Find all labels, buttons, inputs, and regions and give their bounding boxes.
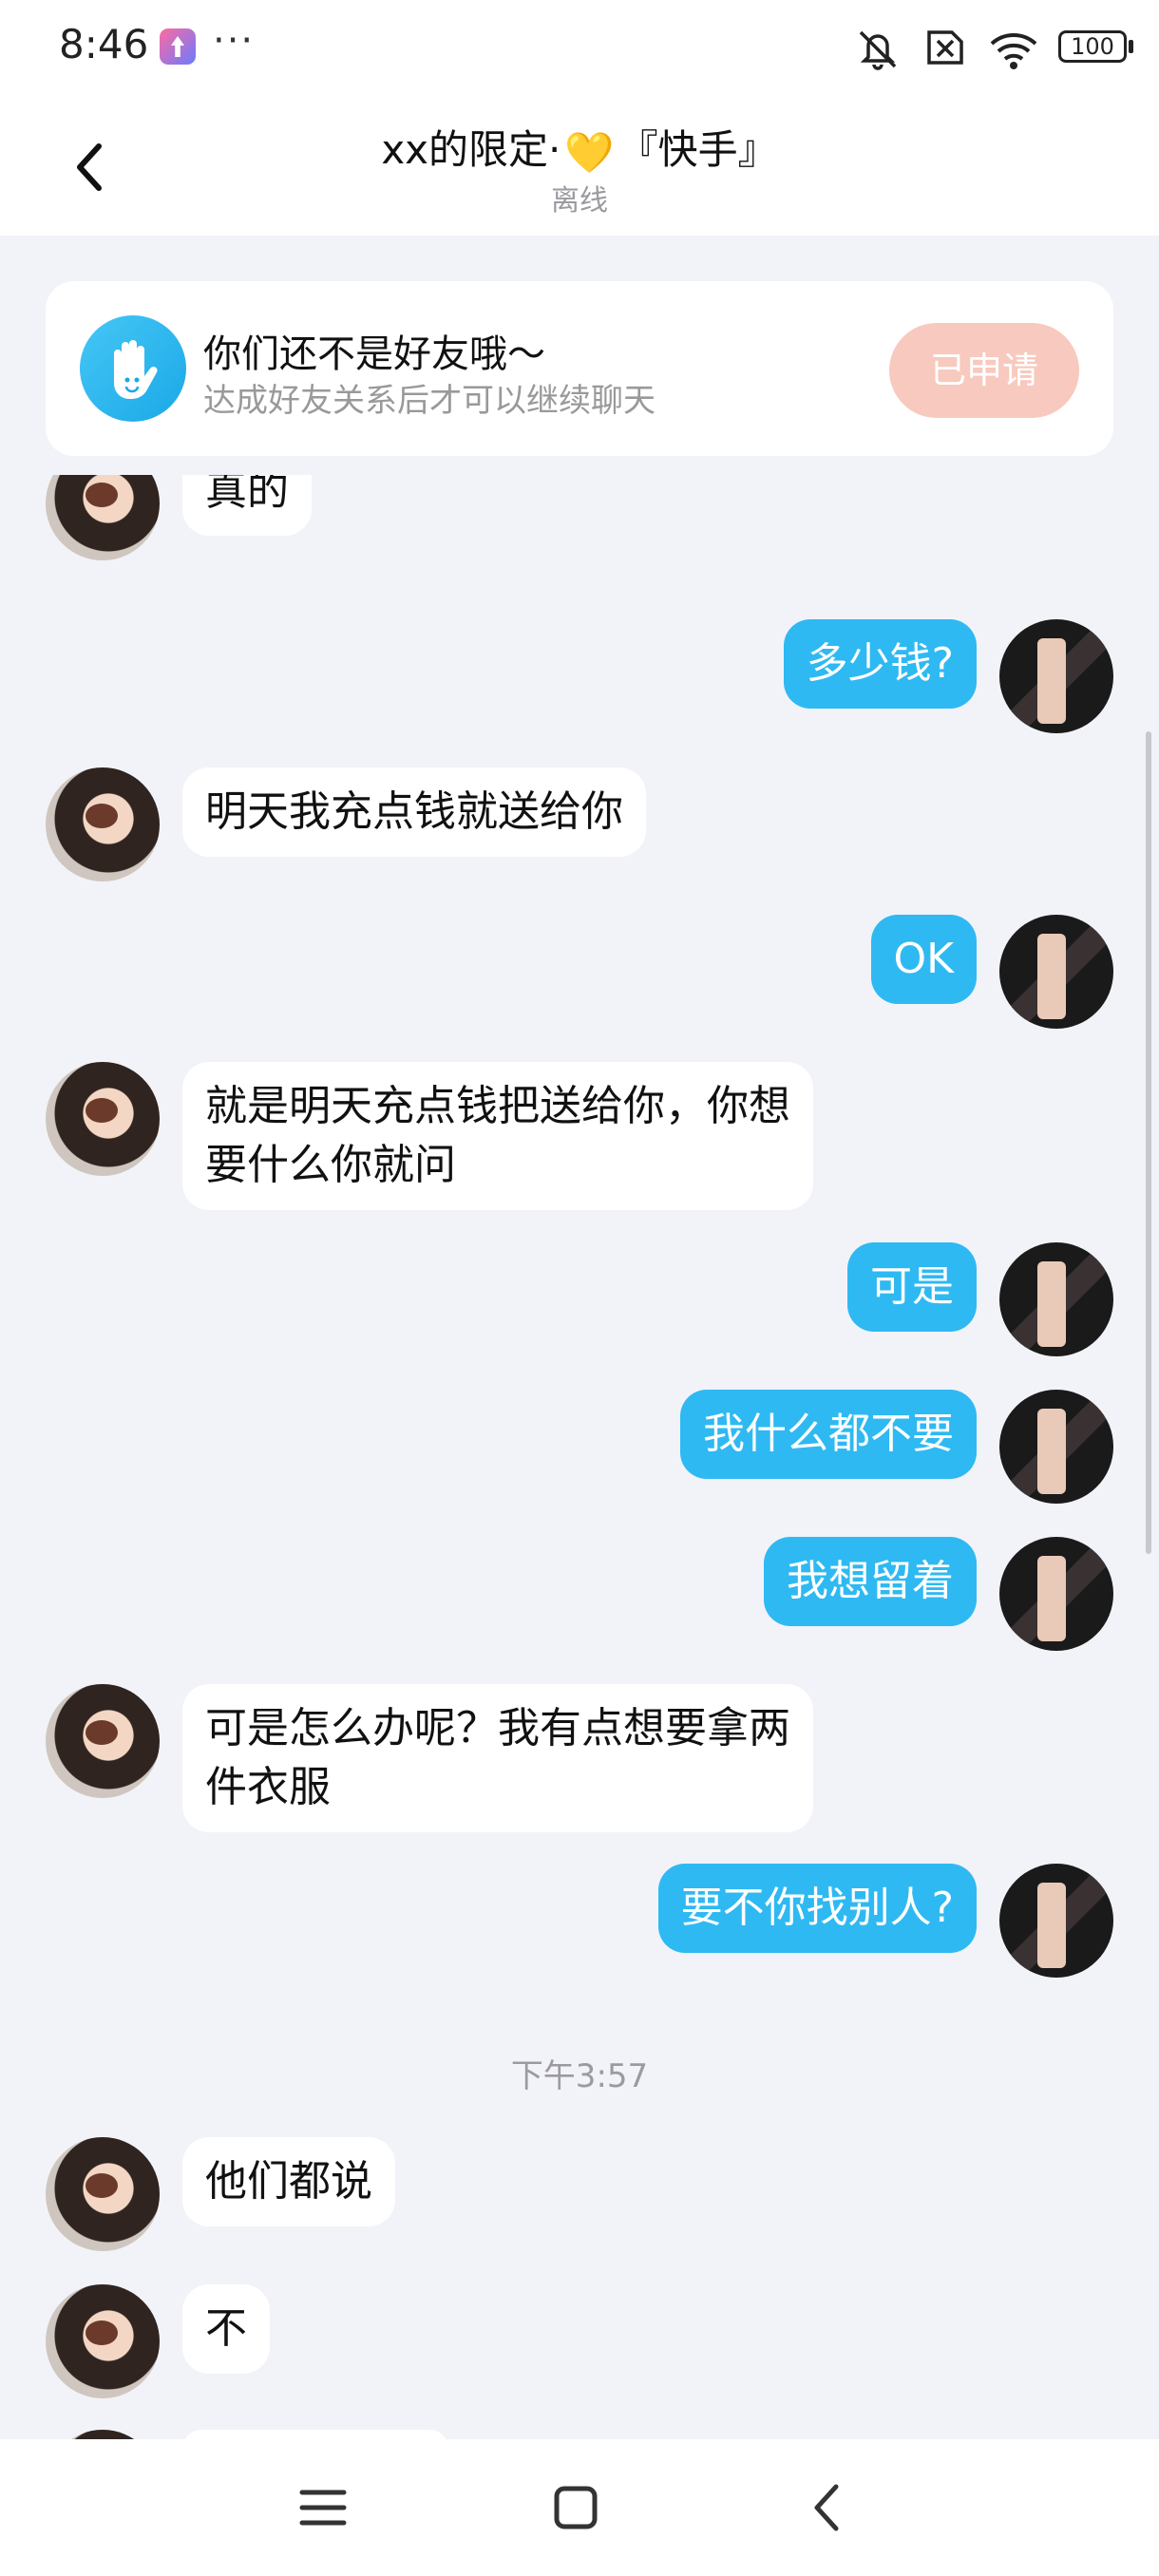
message-bubble[interactable]: 可是 bbox=[847, 1242, 977, 1332]
avatar[interactable] bbox=[999, 1390, 1113, 1504]
battery-icon: 100 bbox=[1058, 30, 1127, 63]
avatar[interactable] bbox=[999, 1864, 1113, 1978]
message-bubble[interactable]: 真的 bbox=[182, 475, 312, 536]
status-bar: 8:46 ··· 100 bbox=[0, 0, 1159, 95]
message-bubble[interactable]: 他们都说 bbox=[182, 2137, 395, 2226]
message-bubble-partial[interactable] bbox=[182, 2430, 448, 2439]
avatar[interactable] bbox=[46, 767, 160, 881]
app-notification-icon bbox=[160, 28, 196, 65]
avatar[interactable] bbox=[46, 2284, 160, 2398]
not-friends-subtitle: 达成好友关系后才可以继续聊天 bbox=[203, 382, 656, 420]
avatar[interactable] bbox=[46, 475, 160, 560]
avatar[interactable] bbox=[46, 1062, 160, 1176]
back-nav-icon[interactable] bbox=[794, 2473, 863, 2542]
message-bubble[interactable]: 多少钱? bbox=[783, 619, 977, 709]
menu-icon[interactable] bbox=[289, 2473, 357, 2542]
message-bubble[interactable]: 明天我充点钱就送给你 bbox=[182, 767, 646, 857]
message-row: 可是怎么办呢？我有点想要拿两 件衣服 bbox=[0, 1684, 1159, 1836]
message-row-partial bbox=[0, 2430, 1159, 2439]
chat-scrollbar[interactable] bbox=[1146, 731, 1151, 1554]
message-row: 就是明天充点钱把送给你，你想 要什么你就问 bbox=[0, 1062, 1159, 1214]
more-notifications-icon: ··· bbox=[213, 19, 256, 63]
status-time: 8:46 bbox=[59, 21, 149, 67]
wifi-icon bbox=[990, 33, 1037, 69]
avatar[interactable] bbox=[999, 915, 1113, 1029]
mute-icon bbox=[859, 30, 897, 70]
wave-hand-icon bbox=[80, 315, 186, 422]
applied-button[interactable]: 已申请 bbox=[889, 323, 1079, 418]
message-bubble[interactable]: 可是怎么办呢？我有点想要拿两 件衣服 bbox=[182, 1684, 813, 1832]
avatar[interactable] bbox=[46, 1684, 160, 1798]
message-bubble[interactable]: 就是明天充点钱把送给你，你想 要什么你就问 bbox=[182, 1062, 813, 1210]
message-row: 他们都说 bbox=[0, 2137, 1159, 2251]
battery-level: 100 bbox=[1071, 33, 1114, 60]
message-bubble[interactable]: 不 bbox=[182, 2284, 270, 2374]
avatar[interactable] bbox=[46, 2430, 160, 2439]
message-row: 我想留着 bbox=[0, 1537, 1159, 1651]
message-row: 真的 bbox=[0, 475, 1159, 560]
avatar[interactable] bbox=[999, 1242, 1113, 1356]
message-bubble[interactable]: 要不你找别人? bbox=[657, 1864, 977, 1953]
yellow-heart-emoji: 💛 bbox=[564, 128, 615, 176]
message-row: 要不你找别人? bbox=[0, 1864, 1159, 1978]
message-row: 明天我充点钱就送给你 bbox=[0, 767, 1159, 881]
message-row: 我什么都不要 bbox=[0, 1390, 1159, 1504]
online-status: 离线 bbox=[551, 184, 608, 218]
title-suffix: 『快手』 bbox=[618, 126, 778, 173]
system-navigation-bar bbox=[0, 2439, 1159, 2576]
message-row: OK bbox=[0, 915, 1159, 1029]
title-name: xx的限定· bbox=[381, 126, 561, 173]
chat-message-list[interactable]: 真的 多少钱? 明天我充点钱就送给你 OK 就是明天充点钱把送给你，你想 要什么… bbox=[0, 475, 1159, 2439]
avatar[interactable] bbox=[46, 2137, 160, 2251]
message-bubble[interactable]: OK bbox=[870, 915, 977, 1004]
no-sim-icon bbox=[927, 30, 963, 65]
message-row: 可是 bbox=[0, 1242, 1159, 1356]
not-friends-title: 你们还不是好友哦～ bbox=[203, 332, 545, 376]
message-row: 不 bbox=[0, 2284, 1159, 2398]
message-bubble[interactable]: 我什么都不要 bbox=[680, 1390, 977, 1479]
message-timestamp: 下午3:57 bbox=[510, 2057, 649, 2095]
avatar[interactable] bbox=[999, 1537, 1113, 1651]
friend-request-card: 你们还不是好友哦～ 达成好友关系后才可以继续聊天 已申请 bbox=[46, 281, 1113, 456]
chat-title: xx的限定·💛『快手』 bbox=[0, 118, 1159, 177]
home-icon[interactable] bbox=[542, 2473, 610, 2542]
chat-header: xx的限定·💛『快手』 离线 bbox=[0, 95, 1159, 236]
message-bubble[interactable]: 我想留着 bbox=[764, 1537, 977, 1626]
message-row: 多少钱? bbox=[0, 619, 1159, 733]
avatar[interactable] bbox=[999, 619, 1113, 733]
